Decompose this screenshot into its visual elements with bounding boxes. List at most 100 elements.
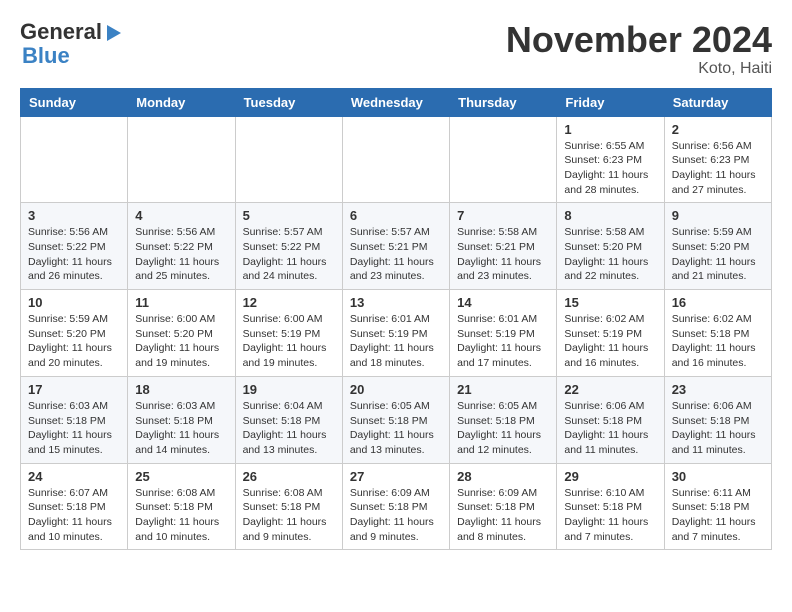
calendar-week-1: 1 Sunrise: 6:55 AMSunset: 6:23 PMDaylight…: [21, 116, 772, 203]
weekday-header-sunday: Sunday: [21, 88, 128, 116]
day-info: Sunrise: 6:02 AMSunset: 5:18 PMDaylight:…: [672, 312, 764, 371]
calendar-cell-3-2: 11 Sunrise: 6:00 AMSunset: 5:20 PMDayligh…: [128, 290, 235, 377]
logo: General Blue: [20, 20, 121, 68]
day-info: Sunrise: 6:06 AMSunset: 5:18 PMDaylight:…: [564, 399, 656, 458]
calendar-week-3: 10 Sunrise: 5:59 AMSunset: 5:20 PMDayligh…: [21, 290, 772, 377]
calendar-cell-3-4: 13 Sunrise: 6:01 AMSunset: 5:19 PMDayligh…: [342, 290, 449, 377]
calendar-cell-2-6: 8 Sunrise: 5:58 AMSunset: 5:20 PMDaylight…: [557, 203, 664, 290]
calendar-cell-3-6: 15 Sunrise: 6:02 AMSunset: 5:19 PMDayligh…: [557, 290, 664, 377]
calendar-cell-5-6: 29 Sunrise: 6:10 AMSunset: 5:18 PMDayligh…: [557, 463, 664, 550]
day-info: Sunrise: 6:02 AMSunset: 5:19 PMDaylight:…: [564, 312, 656, 371]
day-number: 20: [350, 382, 442, 397]
day-number: 22: [564, 382, 656, 397]
day-info: Sunrise: 6:04 AMSunset: 5:18 PMDaylight:…: [243, 399, 335, 458]
location-subtitle: Koto, Haiti: [506, 60, 772, 78]
calendar-cell-1-5: [450, 116, 557, 203]
day-number: 13: [350, 295, 442, 310]
day-info: Sunrise: 5:59 AMSunset: 5:20 PMDaylight:…: [28, 312, 120, 371]
day-number: 8: [564, 208, 656, 223]
weekday-header-row: SundayMondayTuesdayWednesdayThursdayFrid…: [21, 88, 772, 116]
day-info: Sunrise: 6:56 AMSunset: 6:23 PMDaylight:…: [672, 139, 764, 198]
logo-blue: Blue: [22, 44, 121, 68]
weekday-header-wednesday: Wednesday: [342, 88, 449, 116]
calendar-cell-1-4: [342, 116, 449, 203]
day-info: Sunrise: 6:01 AMSunset: 5:19 PMDaylight:…: [350, 312, 442, 371]
calendar-cell-5-1: 24 Sunrise: 6:07 AMSunset: 5:18 PMDayligh…: [21, 463, 128, 550]
calendar-cell-1-7: 2 Sunrise: 6:56 AMSunset: 6:23 PMDaylight…: [664, 116, 771, 203]
day-info: Sunrise: 6:03 AMSunset: 5:18 PMDaylight:…: [135, 399, 227, 458]
day-info: Sunrise: 6:07 AMSunset: 5:18 PMDaylight:…: [28, 486, 120, 545]
day-number: 14: [457, 295, 549, 310]
day-number: 10: [28, 295, 120, 310]
day-info: Sunrise: 6:06 AMSunset: 5:18 PMDaylight:…: [672, 399, 764, 458]
day-number: 1: [564, 122, 656, 137]
day-info: Sunrise: 5:58 AMSunset: 5:20 PMDaylight:…: [564, 225, 656, 284]
day-info: Sunrise: 6:00 AMSunset: 5:19 PMDaylight:…: [243, 312, 335, 371]
day-info: Sunrise: 6:10 AMSunset: 5:18 PMDaylight:…: [564, 486, 656, 545]
calendar-cell-4-1: 17Sunrise: 6:03 AMSunset: 5:18 PMDayligh…: [21, 376, 128, 463]
day-info: Sunrise: 5:56 AMSunset: 5:22 PMDaylight:…: [135, 225, 227, 284]
day-number: 15: [564, 295, 656, 310]
day-number: 4: [135, 208, 227, 223]
calendar-cell-4-3: 19 Sunrise: 6:04 AMSunset: 5:18 PMDayligh…: [235, 376, 342, 463]
calendar-week-4: 17Sunrise: 6:03 AMSunset: 5:18 PMDayligh…: [21, 376, 772, 463]
day-number: 19: [243, 382, 335, 397]
day-info: Sunrise: 5:57 AMSunset: 5:22 PMDaylight:…: [243, 225, 335, 284]
day-number: 9: [672, 208, 764, 223]
calendar-cell-2-3: 5 Sunrise: 5:57 AMSunset: 5:22 PMDaylight…: [235, 203, 342, 290]
calendar-cell-2-7: 9 Sunrise: 5:59 AMSunset: 5:20 PMDaylight…: [664, 203, 771, 290]
day-info: Sunrise: 5:59 AMSunset: 5:20 PMDaylight:…: [672, 225, 764, 284]
calendar-cell-4-5: 21 Sunrise: 6:05 AMSunset: 5:18 PMDayligh…: [450, 376, 557, 463]
day-number: 27: [350, 469, 442, 484]
calendar-cell-5-3: 26 Sunrise: 6:08 AMSunset: 5:18 PMDayligh…: [235, 463, 342, 550]
day-number: 6: [350, 208, 442, 223]
day-number: 23: [672, 382, 764, 397]
calendar-cell-2-2: 4 Sunrise: 5:56 AMSunset: 5:22 PMDaylight…: [128, 203, 235, 290]
weekday-header-tuesday: Tuesday: [235, 88, 342, 116]
calendar-cell-3-3: 12 Sunrise: 6:00 AMSunset: 5:19 PMDayligh…: [235, 290, 342, 377]
logo-general: General: [20, 20, 102, 44]
day-number: 5: [243, 208, 335, 223]
day-number: 11: [135, 295, 227, 310]
calendar-cell-3-5: 14 Sunrise: 6:01 AMSunset: 5:19 PMDayligh…: [450, 290, 557, 377]
day-info: Sunrise: 6:55 AMSunset: 6:23 PMDaylight:…: [564, 139, 656, 198]
calendar-cell-1-6: 1 Sunrise: 6:55 AMSunset: 6:23 PMDaylight…: [557, 116, 664, 203]
day-number: 16: [672, 295, 764, 310]
day-number: 24: [28, 469, 120, 484]
title-block: November 2024 Koto, Haiti: [506, 20, 772, 78]
calendar-cell-3-7: 16 Sunrise: 6:02 AMSunset: 5:18 PMDayligh…: [664, 290, 771, 377]
day-info: Sunrise: 6:09 AMSunset: 5:18 PMDaylight:…: [350, 486, 442, 545]
calendar-cell-5-7: 30Sunrise: 6:11 AMSunset: 5:18 PMDayligh…: [664, 463, 771, 550]
calendar-cell-4-6: 22 Sunrise: 6:06 AMSunset: 5:18 PMDayligh…: [557, 376, 664, 463]
calendar-cell-4-7: 23 Sunrise: 6:06 AMSunset: 5:18 PMDayligh…: [664, 376, 771, 463]
day-info: Sunrise: 6:11 AMSunset: 5:18 PMDaylight:…: [672, 486, 764, 545]
calendar-cell-5-5: 28Sunrise: 6:09 AMSunset: 5:18 PMDayligh…: [450, 463, 557, 550]
calendar-cell-1-3: [235, 116, 342, 203]
day-number: 2: [672, 122, 764, 137]
day-number: 21: [457, 382, 549, 397]
weekday-header-thursday: Thursday: [450, 88, 557, 116]
day-info: Sunrise: 6:05 AMSunset: 5:18 PMDaylight:…: [350, 399, 442, 458]
page-header: General Blue November 2024 Koto, Haiti: [20, 20, 772, 78]
calendar-week-5: 24 Sunrise: 6:07 AMSunset: 5:18 PMDayligh…: [21, 463, 772, 550]
day-info: Sunrise: 6:05 AMSunset: 5:18 PMDaylight:…: [457, 399, 549, 458]
day-info: Sunrise: 5:58 AMSunset: 5:21 PMDaylight:…: [457, 225, 549, 284]
calendar-cell-3-1: 10 Sunrise: 5:59 AMSunset: 5:20 PMDayligh…: [21, 290, 128, 377]
logo-arrow-icon: [107, 25, 121, 41]
weekday-header-monday: Monday: [128, 88, 235, 116]
calendar-cell-1-2: [128, 116, 235, 203]
day-info: Sunrise: 6:00 AMSunset: 5:20 PMDaylight:…: [135, 312, 227, 371]
calendar-cell-4-4: 20 Sunrise: 6:05 AMSunset: 5:18 PMDayligh…: [342, 376, 449, 463]
day-number: 3: [28, 208, 120, 223]
calendar-cell-5-2: 25Sunrise: 6:08 AMSunset: 5:18 PMDayligh…: [128, 463, 235, 550]
day-info: Sunrise: 5:56 AMSunset: 5:22 PMDaylight:…: [28, 225, 120, 284]
calendar-cell-2-5: 7Sunrise: 5:58 AMSunset: 5:21 PMDaylight…: [450, 203, 557, 290]
calendar-cell-1-1: [21, 116, 128, 203]
day-number: 12: [243, 295, 335, 310]
day-info: Sunrise: 6:01 AMSunset: 5:19 PMDaylight:…: [457, 312, 549, 371]
day-number: 29: [564, 469, 656, 484]
calendar-cell-4-2: 18Sunrise: 6:03 AMSunset: 5:18 PMDayligh…: [128, 376, 235, 463]
day-number: 26: [243, 469, 335, 484]
weekday-header-saturday: Saturday: [664, 88, 771, 116]
day-info: Sunrise: 6:08 AMSunset: 5:18 PMDaylight:…: [243, 486, 335, 545]
